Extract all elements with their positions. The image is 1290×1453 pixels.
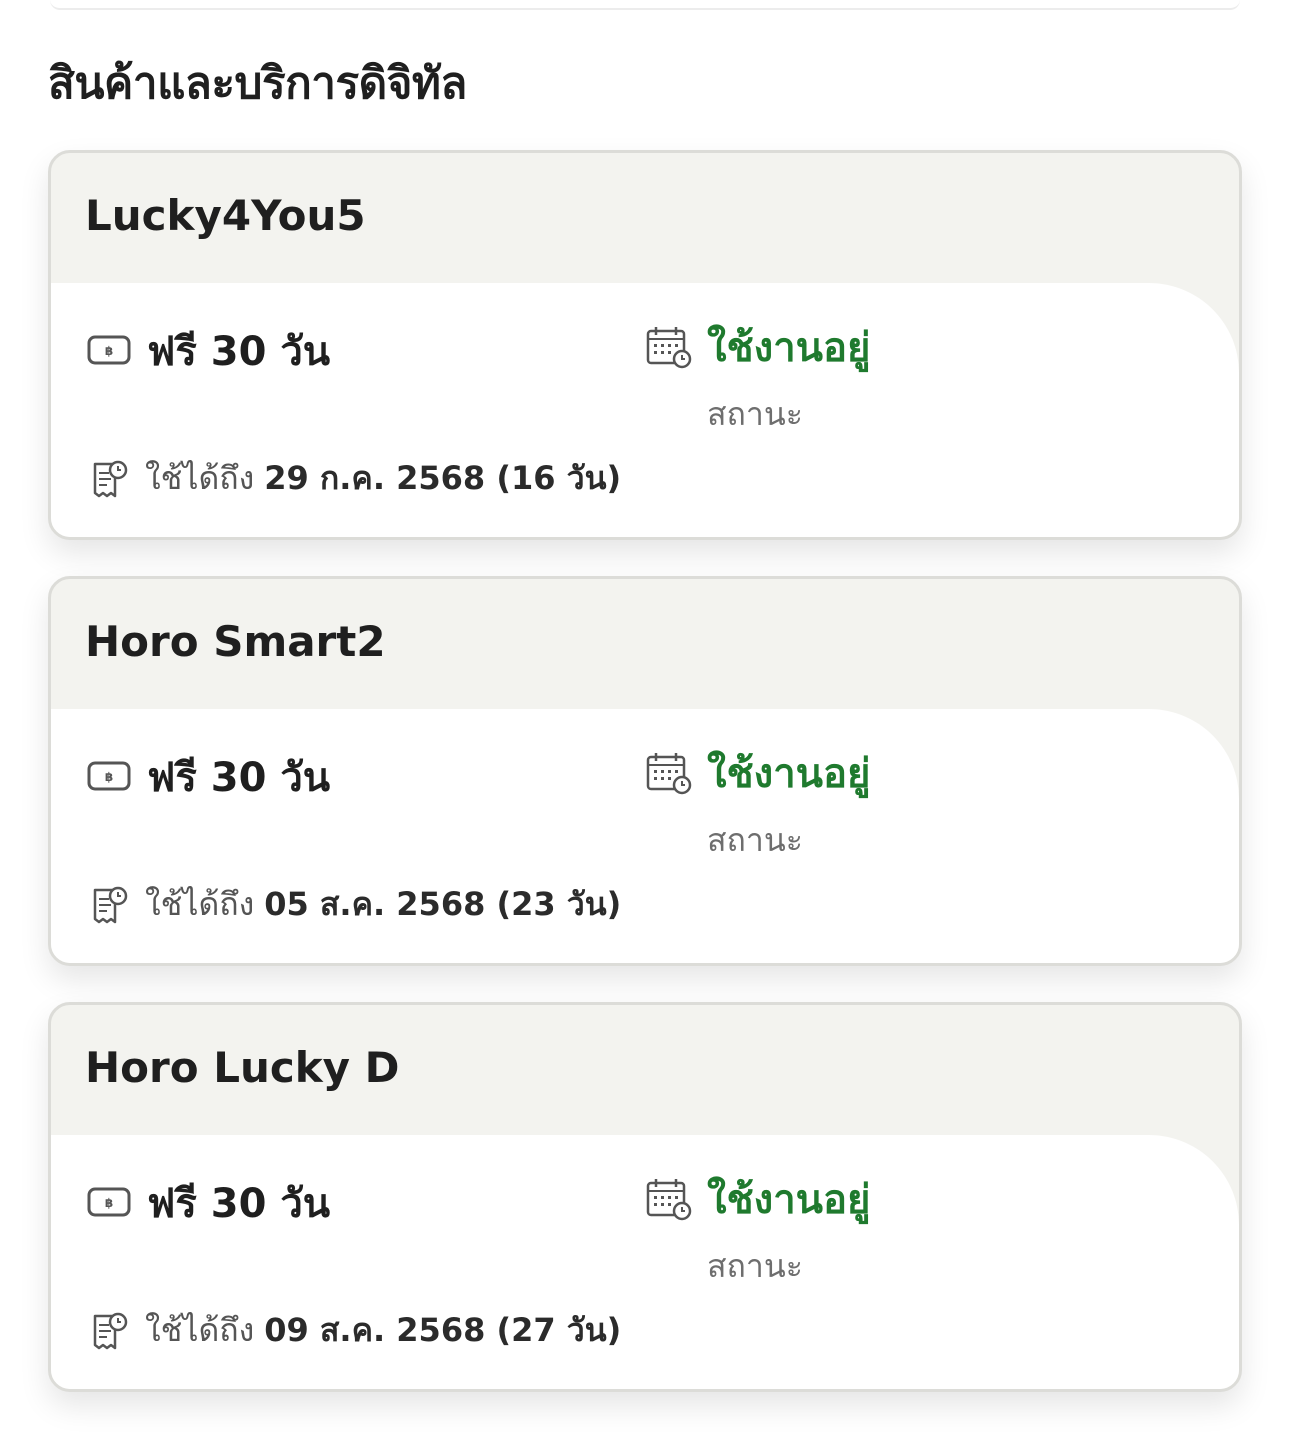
expire-date: 05 ส.ค. 2568 (23 วัน) bbox=[264, 885, 622, 923]
previous-section-edge bbox=[50, 0, 1240, 10]
receipt-clock-icon bbox=[89, 884, 129, 926]
calendar-clock-icon bbox=[645, 324, 693, 370]
baht-tag-icon: ฿ bbox=[87, 760, 131, 794]
expire-label: ใช้ได้ถึง bbox=[145, 1311, 255, 1349]
status-value: ใช้งานอยู่ bbox=[707, 325, 871, 371]
svg-text:฿: ฿ bbox=[105, 1196, 113, 1210]
price-label: ฟรี 30 วัน bbox=[147, 329, 331, 375]
svg-text:฿: ฿ bbox=[105, 770, 113, 784]
status-block: ใช้งานอยู่ สถานะ bbox=[645, 315, 870, 440]
price-row: ฿ ฟรี 30 วัน bbox=[87, 745, 330, 809]
svg-text:฿: ฿ bbox=[105, 344, 113, 358]
service-card-header: Lucky4You5 bbox=[51, 153, 1239, 283]
status-value: ใช้งานอยู่ bbox=[707, 1177, 871, 1223]
section-title: สินค้าและบริการดิจิทัล bbox=[48, 58, 467, 109]
status-caption: สถานะ bbox=[707, 1247, 803, 1285]
service-card-body: ฿ ฟรี 30 วัน ใช้งานอยู่ สถานะ ใช้ได้ถึง bbox=[51, 1135, 1239, 1389]
service-name: Horo Lucky D bbox=[85, 1043, 400, 1092]
status-value: ใช้งานอยู่ bbox=[707, 751, 871, 797]
calendar-clock-icon bbox=[645, 1176, 693, 1222]
calendar-clock-icon bbox=[645, 750, 693, 796]
expire-date: 29 ก.ค. 2568 (16 วัน) bbox=[264, 459, 622, 497]
service-card-header: Horo Lucky D bbox=[51, 1005, 1239, 1135]
price-label: ฟรี 30 วัน bbox=[147, 755, 331, 801]
expire-label: ใช้ได้ถึง bbox=[145, 885, 255, 923]
service-card-header: Horo Smart2 bbox=[51, 579, 1239, 709]
receipt-clock-icon bbox=[89, 458, 129, 500]
expire-label: ใช้ได้ถึง bbox=[145, 459, 255, 497]
expire-date: 09 ส.ค. 2568 (27 วัน) bbox=[264, 1311, 622, 1349]
service-card-body: ฿ ฟรี 30 วัน ใช้งานอยู่ สถานะ ใช้ได้ถึง bbox=[51, 283, 1239, 537]
status-block: ใช้งานอยู่ สถานะ bbox=[645, 1167, 870, 1292]
baht-tag-icon: ฿ bbox=[87, 334, 131, 368]
digital-services-page: สินค้าและบริการดิจิทัล Lucky4You5 ฿ ฟรี … bbox=[0, 0, 1290, 1453]
service-name: Horo Smart2 bbox=[85, 617, 386, 666]
price-row: ฿ ฟรี 30 วัน bbox=[87, 1171, 330, 1235]
receipt-clock-icon bbox=[89, 1310, 129, 1352]
status-caption: สถานะ bbox=[707, 395, 803, 433]
service-card[interactable]: Horo Smart2 ฿ ฟรี 30 วัน ใช้งานอยู่ สถาน… bbox=[48, 576, 1242, 966]
expire-row: ใช้ได้ถึง 09 ส.ค. 2568 (27 วัน) bbox=[89, 1305, 621, 1356]
price-row: ฿ ฟรี 30 วัน bbox=[87, 319, 330, 383]
baht-tag-icon: ฿ bbox=[87, 1186, 131, 1220]
service-card-body: ฿ ฟรี 30 วัน ใช้งานอยู่ สถานะ ใช้ได้ถึง bbox=[51, 709, 1239, 963]
expire-row: ใช้ได้ถึง 29 ก.ค. 2568 (16 วัน) bbox=[89, 453, 621, 504]
status-caption: สถานะ bbox=[707, 821, 803, 859]
price-label: ฟรี 30 วัน bbox=[147, 1181, 331, 1227]
service-card[interactable]: Lucky4You5 ฿ ฟรี 30 วัน ใช้งานอยู่ สถานะ bbox=[48, 150, 1242, 540]
service-name: Lucky4You5 bbox=[85, 191, 366, 240]
service-card[interactable]: Horo Lucky D ฿ ฟรี 30 วัน ใช้งานอยู่ สถา… bbox=[48, 1002, 1242, 1392]
status-block: ใช้งานอยู่ สถานะ bbox=[645, 741, 870, 866]
expire-row: ใช้ได้ถึง 05 ส.ค. 2568 (23 วัน) bbox=[89, 879, 621, 930]
